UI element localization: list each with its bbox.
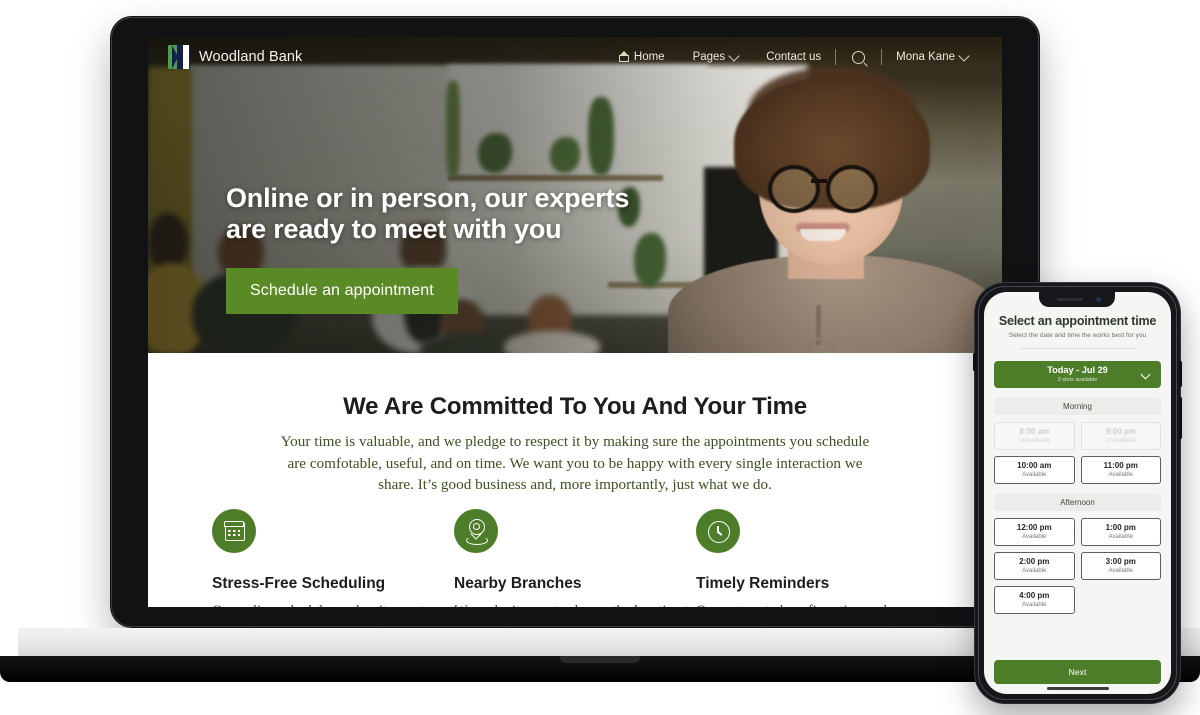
features-row: Stress-Free Scheduling Our online schedu… [148, 509, 1002, 607]
section-title: We Are Committed To You And Your Time [343, 393, 807, 420]
nav-user-name: Mona Kane [896, 51, 955, 63]
hero-heading-line1: Online or in person, our experts [226, 183, 630, 213]
appointment-subtitle: Select the date and time the works best … [1008, 332, 1147, 339]
schedule-appointment-button[interactable]: Schedule an appointment [226, 267, 458, 314]
phone-side-button-2[interactable] [1179, 397, 1182, 439]
time-slot-time: 12:00 pm [1016, 523, 1052, 533]
phone-volume-button[interactable] [973, 353, 976, 371]
nav-link-contact-us[interactable]: Contact us [752, 51, 835, 63]
search-icon [852, 50, 866, 64]
time-slot: 8:00 am Unavailable [994, 422, 1075, 450]
phone-side-button-1[interactable] [1179, 361, 1182, 387]
time-slot-status: Available [1108, 567, 1133, 574]
website: Woodland Bank Home Pages Contact us Mona… [148, 37, 1002, 607]
time-slot[interactable]: 2:00 pm Available [994, 552, 1075, 580]
laptop-device: Woodland Bank Home Pages Contact us Mona… [110, 16, 1040, 628]
commitment-section: We Are Committed To You And Your Time Yo… [148, 353, 1002, 607]
feature-card-scheduling: Stress-Free Scheduling Our online schedu… [212, 509, 454, 607]
time-slot-time: 1:00 pm [1105, 523, 1136, 533]
nav-link-home[interactable]: Home [605, 51, 679, 63]
phone-screen: Select an appointment time Select the da… [984, 292, 1171, 694]
time-slot-status: Unavailable [1018, 437, 1050, 444]
hero-copy: Online or in person, our experts are rea… [226, 183, 786, 314]
date-selector-sublabel: 3 slots available [1057, 376, 1098, 383]
calendar-icon [212, 509, 256, 553]
section-heading-afternoon: Afternoon [994, 494, 1161, 511]
time-slot-status: Available [1022, 471, 1047, 478]
time-slot-status: Available [1108, 533, 1133, 540]
time-slot-time: 10:00 am [1017, 461, 1052, 471]
phone-device: Select an appointment time Select the da… [973, 283, 1182, 703]
nav-link-pages[interactable]: Pages [679, 49, 753, 63]
feature-body: Our automated confirmation and reminder … [696, 601, 938, 607]
nav-user-menu[interactable]: Mona Kane [882, 49, 982, 63]
navbar-right: Home Pages Contact us Mona Kane [605, 49, 982, 65]
laptop-base-notch [560, 656, 640, 663]
feature-title: Nearby Branches [454, 575, 582, 592]
time-slot[interactable]: 3:00 pm Available [1080, 552, 1161, 580]
laptop-screen: Woodland Bank Home Pages Contact us Mona… [148, 37, 1002, 607]
hero-heading: Online or in person, our experts are rea… [226, 183, 786, 246]
nav-link-contact-us-label: Contact us [766, 51, 822, 63]
chevron-down-icon [958, 49, 970, 62]
brand[interactable]: Woodland Bank [168, 45, 302, 69]
mockup-stage: Woodland Bank Home Pages Contact us Mona… [0, 0, 1200, 715]
time-slot-time: 11:00 pm [1103, 461, 1138, 471]
section-body: Your time is valuable, and we pledge to … [280, 433, 870, 494]
time-slot[interactable]: 1:00 pm Available [1080, 518, 1161, 546]
time-slot: 9:00 pm Unavailable [1080, 422, 1161, 450]
feature-card-branches: Nearby Branches We make it easy to choos… [454, 509, 696, 607]
time-slot[interactable]: 4:00 pm Available [994, 586, 1075, 614]
time-slot-status: Available [1022, 533, 1047, 540]
time-slot-status: Available [1022, 601, 1047, 608]
time-slot-status: Unavailable [1105, 437, 1137, 444]
hero-heading-line2: are ready to meet with you [226, 214, 562, 245]
hero-section: Woodland Bank Home Pages Contact us Mona… [148, 37, 1002, 353]
time-slot-time: 3:00 pm [1105, 557, 1136, 567]
time-slot-time: 9:00 pm [1105, 427, 1136, 437]
next-button[interactable]: Next [994, 660, 1161, 684]
nav-search-button[interactable] [836, 50, 881, 64]
time-slot-time: 8:00 am [1019, 427, 1050, 437]
phone-home-indicator [1047, 687, 1109, 690]
location-pin-icon [454, 509, 498, 553]
nav-link-home-label: Home [633, 51, 665, 63]
time-slot[interactable]: 11:00 pm Available [1080, 456, 1161, 484]
feature-body: Our online scheduler makes it easy to ge… [212, 601, 454, 607]
time-slot-time: 2:00 pm [1019, 557, 1050, 567]
appointment-picker-app: Select an appointment time Select the da… [984, 292, 1171, 694]
feature-title: Stress-Free Scheduling [212, 575, 386, 592]
chevron-down-icon [728, 49, 740, 62]
time-slot-status: Available [1108, 471, 1133, 478]
appointment-title: Select an appointment time [998, 314, 1157, 328]
date-selector[interactable]: Today - Jul 29 3 slots available [994, 361, 1161, 388]
clock-icon [696, 509, 740, 553]
nav-link-pages-label: Pages [692, 51, 726, 63]
feature-title: Timely Reminders [696, 575, 830, 592]
woodland-bank-logo-icon [168, 45, 190, 69]
feature-card-reminders: Timely Reminders Our automated confirmat… [696, 509, 938, 607]
phone-notch [1039, 292, 1115, 307]
brand-name: Woodland Bank [199, 49, 303, 65]
header-divider [1019, 348, 1136, 349]
time-slot[interactable]: 12:00 pm Available [994, 518, 1075, 546]
site-navbar: Woodland Bank Home Pages Contact us Mona… [148, 37, 1002, 77]
chevron-down-icon [1140, 369, 1151, 380]
time-slot[interactable]: 10:00 am Available [994, 456, 1075, 484]
section-heading-morning: Morning [994, 398, 1161, 415]
time-slot-time: 4:00 pm [1019, 591, 1050, 601]
home-icon [618, 51, 629, 62]
slot-grid-afternoon: 12:00 pm Available 1:00 pm Available 2:0… [994, 518, 1161, 614]
date-selector-label: Today - Jul 29 [1047, 365, 1108, 376]
feature-body: We make it easy to choose the location t… [454, 601, 696, 607]
slot-grid-morning: 8:00 am Unavailable 9:00 pm Unavailable … [994, 422, 1161, 484]
time-slot-status: Available [1022, 567, 1047, 574]
